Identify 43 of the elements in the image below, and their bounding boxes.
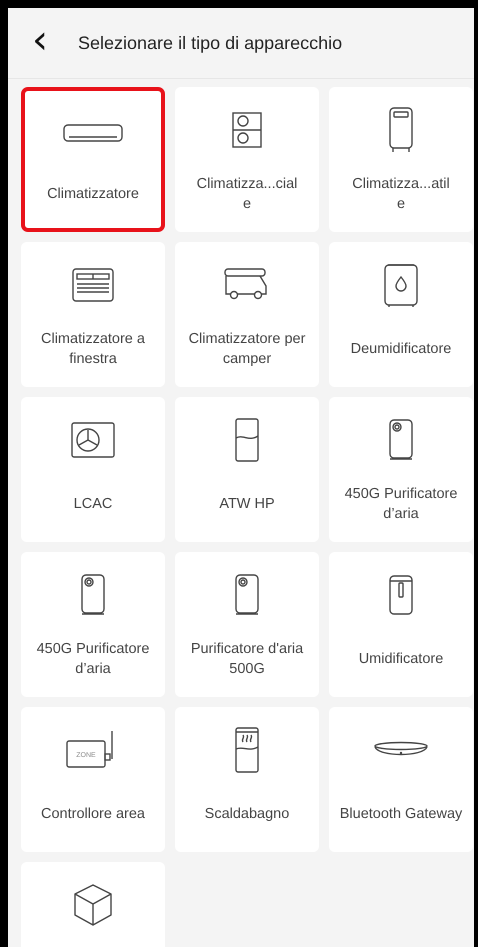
window-unit-icon (72, 268, 114, 302)
device-card[interactable]: Climatizzatore a finestra (21, 242, 165, 387)
device-card[interactable]: LCAC (21, 397, 165, 542)
cube-icon (73, 884, 113, 926)
device-label: Deumidificatore (350, 340, 452, 358)
portable-unit-icon (387, 107, 415, 153)
air-purifier-icon (80, 574, 106, 616)
device-label: Umidificatore (358, 650, 444, 668)
water-heater-icon (235, 727, 259, 773)
device-label: 450G Purificatore d’aria (344, 484, 458, 524)
device-label: Climatizza...atil e (352, 174, 450, 214)
device-label: Climatizza...cial e (196, 174, 298, 214)
device-label: ATW HP (219, 494, 275, 514)
device-card[interactable]: Climatizzatore (21, 87, 165, 232)
device-label: Scaldabagno (204, 804, 290, 824)
device-label: Climatizzatore (47, 184, 139, 204)
water-drop-device-icon (384, 262, 418, 308)
device-label: Climatizzatore a finestra (40, 330, 146, 368)
device-card[interactable]: 450G Purificatore d’aria (21, 552, 165, 697)
device-card[interactable]: ATW HP (175, 397, 319, 542)
device-card[interactable]: Climatizza...cial e (175, 87, 319, 232)
device-label: Bluetooth Gateway (340, 804, 462, 824)
device-card[interactable]: Purificatore d'aria 500G (175, 552, 319, 697)
device-label: Purificatore d'aria 500G (190, 640, 304, 678)
air-purifier-icon (234, 574, 260, 616)
humidifier-icon (388, 575, 414, 615)
fan-icon (71, 422, 115, 458)
device-label: Controllore area (41, 804, 145, 824)
device-card[interactable]: Umidificatore (329, 552, 473, 697)
device-label: LCAC (74, 494, 112, 514)
device-card[interactable]: Scaldabagno (175, 707, 319, 852)
back-button[interactable]: ‹ (28, 20, 52, 66)
tank-icon (235, 418, 259, 462)
device-card[interactable]: Bluetooth Gateway (329, 707, 473, 852)
page-title: Selezionare il tipo di apparecchio (78, 32, 342, 54)
air-purifier-icon (388, 419, 414, 461)
device-card[interactable]: Climatizzatore per camper (175, 242, 319, 387)
device-label: Climatizzatore per camper (188, 330, 306, 368)
fan-unit-icon (232, 112, 262, 148)
device-card[interactable]: Deumidificatore (329, 242, 473, 387)
device-card[interactable]: Climatizza...atil e (329, 87, 473, 232)
device-card[interactable]: 450G Purificatore d’aria (329, 397, 473, 542)
device-label: 450G Purificatore d’aria (36, 640, 150, 678)
